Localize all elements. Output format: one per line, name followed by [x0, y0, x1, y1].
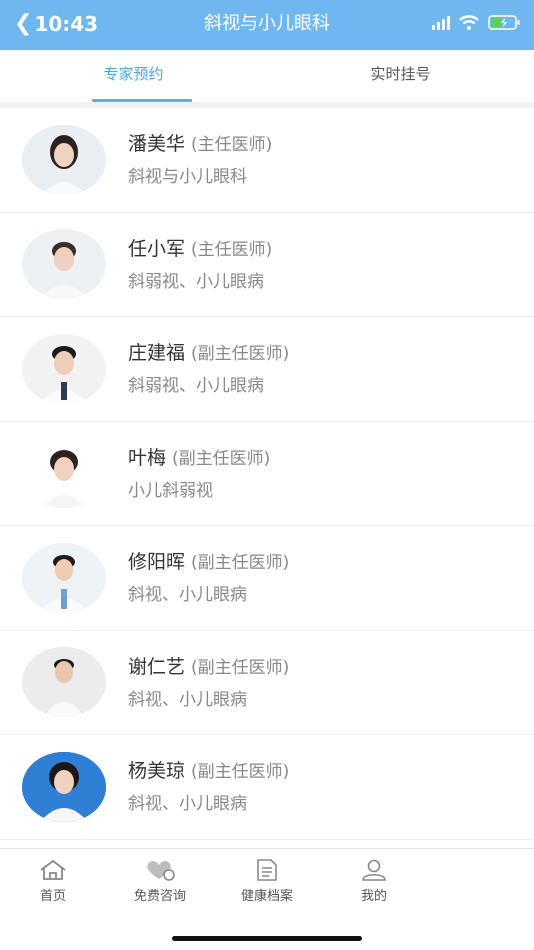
doctor-name: 任小军 [128, 237, 186, 260]
doctor-list-item[interactable]: 潘美华 (主任医师) 斜视与小儿眼科 [0, 108, 534, 213]
status-icons [432, 15, 520, 30]
doctor-title: (主任医师) [191, 239, 273, 260]
app-root: ❮ 10:43 斜视与小儿眼科 专家预约 实时挂号 潘美华 (主任医师) 斜视与… [0, 0, 534, 950]
doctor-title: (副主任医师) [191, 553, 290, 574]
doctor-specialty: 斜弱视、小儿眼病 [128, 271, 264, 292]
home-icon [40, 859, 66, 880]
doctor-name: 杨美琼 [128, 760, 186, 783]
nav-mine[interactable]: 我的 [334, 859, 414, 904]
nav-health-records-label: 健康档案 [240, 889, 293, 904]
doctor-avatar [22, 333, 106, 404]
doctor-title: (副主任医师) [191, 344, 290, 365]
doctor-specialty: 斜视与小儿眼科 [128, 167, 247, 188]
home-indicator [172, 936, 362, 941]
heart-chat-icon [147, 861, 175, 881]
doctor-avatar [22, 438, 106, 509]
doctor-name: 叶梅 [128, 446, 167, 469]
doctor-list: 潘美华 (主任医师) 斜视与小儿眼科 任小军 (主任医师) 斜弱视、小儿眼病 庄… [0, 108, 534, 840]
tab-realtime-registration[interactable]: 实时挂号 [267, 50, 534, 102]
nav-free-consult-label: 免费咨询 [133, 889, 186, 904]
nav-health-records[interactable]: 健康档案 [227, 859, 307, 904]
doctor-specialty: 斜视、小儿眼病 [128, 689, 247, 710]
doctor-list-item[interactable]: 杨美琼 (副主任医师) 斜视、小儿眼病 [0, 735, 534, 840]
doctor-avatar [22, 542, 106, 613]
doctor-list-item[interactable]: 任小军 (主任医师) 斜弱视、小儿眼病 [0, 213, 534, 317]
doctor-list-item[interactable]: 谢仁艺 (副主任医师) 斜视、小儿眼病 [0, 631, 534, 735]
tab-bar: 专家预约 实时挂号 [0, 50, 534, 102]
nav-free-consult[interactable]: 免费咨询 [120, 859, 200, 904]
doctor-title: (副主任医师) [191, 762, 290, 783]
doctor-list-item[interactable]: 修阳晖 (副主任医师) 斜视、小儿眼病 [0, 526, 534, 631]
bottom-nav: 首页 免费咨询 健康档案 我的 [0, 848, 534, 950]
nav-home-label: 首页 [39, 889, 66, 904]
doctor-specialty: 斜视、小儿眼病 [128, 585, 247, 606]
header-bar: ❮ 10:43 斜视与小儿眼科 [0, 0, 534, 50]
nav-home[interactable]: 首页 [13, 859, 93, 904]
doctor-list-item[interactable]: 叶梅 (副主任医师) 小儿斜弱视 [0, 422, 534, 526]
doctor-title: (副主任医师) [191, 657, 290, 678]
doctor-avatar [22, 751, 106, 822]
document-icon [257, 859, 277, 881]
doctor-name: 庄建福 [128, 342, 186, 365]
doctor-name: 修阳晖 [128, 551, 186, 574]
nav-mine-label: 我的 [360, 889, 387, 904]
doctor-specialty: 小儿斜弱视 [128, 480, 213, 501]
doctor-name: 潘美华 [128, 133, 186, 156]
doctor-title: (副主任医师) [172, 448, 271, 469]
doctor-title: (主任医师) [191, 135, 273, 156]
doctor-avatar [22, 124, 106, 195]
doctor-name: 谢仁艺 [128, 655, 186, 678]
doctor-specialty: 斜视、小儿眼病 [128, 794, 247, 815]
doctor-list-item[interactable]: 庄建福 (副主任医师) 斜弱视、小儿眼病 [0, 317, 534, 422]
doctor-avatar [22, 229, 106, 300]
doctor-avatar [22, 647, 106, 718]
doctor-specialty: 斜弱视、小儿眼病 [128, 376, 264, 397]
wifi-icon [459, 15, 479, 30]
user-icon [362, 859, 386, 881]
battery-icon [488, 15, 520, 30]
signal-icon [432, 15, 450, 30]
tab-expert-appointment[interactable]: 专家预约 [0, 50, 267, 102]
